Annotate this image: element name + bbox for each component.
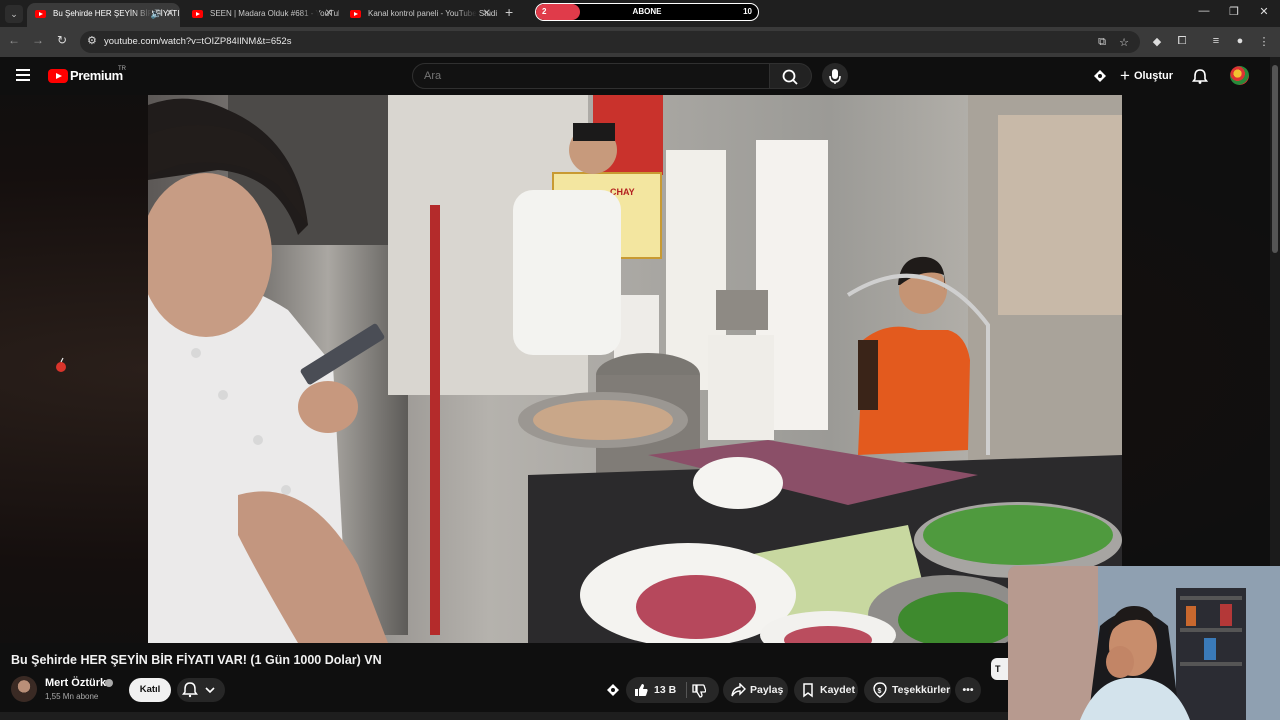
browser-menu-icon[interactable]: ⋮ [1256, 35, 1272, 48]
search-button[interactable] [770, 63, 812, 89]
save-label: Kaydet [820, 684, 856, 696]
bookmark-star-icon[interactable]: ☆ [1116, 36, 1132, 49]
subscriber-goal-bar: 2 ABONE 10 [535, 3, 759, 21]
video-frame-kitchen-scene: CHAY [148, 95, 1122, 643]
microphone-icon [829, 69, 841, 84]
bell-chevron-icon [182, 682, 215, 698]
emoji-reaction-icon[interactable] [605, 682, 621, 698]
minimize-icon[interactable]: — [1195, 5, 1213, 17]
tab-search-button[interactable]: ⌄ [5, 5, 23, 23]
scrollbar-thumb[interactable] [1272, 65, 1278, 253]
verified-badge-icon [105, 679, 113, 687]
more-actions-button[interactable]: ••• [955, 677, 981, 703]
region-code: TR [118, 66, 126, 72]
subscriber-goal-label: ABONE [632, 7, 662, 16]
comments-divider [0, 712, 1008, 720]
like-dislike-group: 13 B [626, 677, 719, 703]
browser-tab-strip: ⌄ Bu Şehirde HER ŞEYİN BİR FİYATI VAR! (… [0, 0, 1280, 27]
youtube-favicon-icon [35, 10, 46, 18]
join-button[interactable]: Katıl [129, 678, 171, 702]
tab-title: SEEN | Madara Olduk #681 - YouTube [210, 9, 339, 18]
extensions-puzzle-icon[interactable]: ⧠ [1174, 35, 1190, 48]
notifications-bell-icon[interactable] [1192, 68, 1208, 84]
share-label: Paylaş [750, 684, 784, 696]
back-icon[interactable]: ← [6, 33, 22, 47]
youtube-logo-icon[interactable] [48, 69, 68, 83]
emoji-chat-icon[interactable] [1092, 68, 1108, 84]
address-toolbar: ← → ↻ ⚙ youtube.com/watch?v=tOIZP84IlNM&… [0, 27, 1280, 57]
save-bookmark-icon [803, 683, 813, 698]
plus-icon: + [1120, 66, 1130, 85]
forward-icon[interactable]: → [30, 33, 46, 47]
url-text[interactable]: youtube.com/watch?v=tOIZP84IlNM&t=652s [104, 31, 291, 53]
webcam-scene [1008, 566, 1280, 720]
reading-list-icon[interactable]: ≡ [1208, 35, 1224, 47]
search-input[interactable] [424, 70, 724, 82]
tab-close-icon[interactable]: ✕ [483, 3, 491, 25]
create-label: Oluştur [1133, 70, 1174, 82]
share-arrow-icon [731, 683, 746, 697]
svg-text:$: $ [878, 688, 882, 695]
subscriber-goal-target: 10 [743, 7, 752, 16]
apple-cursor-icon [56, 357, 66, 372]
tab-close-icon[interactable]: ✕ [166, 3, 174, 25]
site-settings-icon[interactable]: ⚙ [87, 34, 97, 47]
create-button[interactable]: + Oluştur [1120, 64, 1173, 88]
thanks-dollar-icon: $ [873, 682, 887, 698]
youtube-header: Premium TR +Oluştur [0, 57, 1270, 95]
install-app-icon[interactable]: ⧉ [1094, 36, 1110, 49]
restore-icon[interactable]: ❐ [1225, 5, 1243, 18]
tab-studio[interactable]: Kanal kontrol paneli - YouTube Studio ✕ [342, 3, 497, 27]
search-box[interactable] [412, 63, 770, 89]
thumbs-up-icon[interactable] [634, 683, 648, 697]
close-icon[interactable]: ✕ [1255, 5, 1273, 18]
premium-logo-text[interactable]: Premium [70, 68, 123, 83]
menu-hamburger-icon[interactable] [16, 69, 30, 81]
subscriber-count: 1,55 Mn abone [45, 692, 99, 701]
reload-icon[interactable]: ↻ [54, 33, 70, 47]
tab-close-icon[interactable]: ✕ [325, 3, 333, 25]
tab-active-video[interactable]: Bu Şehirde HER ŞEYİN BİR FİYATI VAR! (1 … [27, 3, 180, 27]
like-divider [686, 682, 687, 698]
channel-name[interactable]: Mert Öztürk [45, 677, 106, 689]
filter-chip[interactable]: T [991, 658, 1009, 680]
new-tab-button[interactable]: + [505, 4, 513, 20]
tab-seen-video[interactable]: SEEN | Madara Olduk #681 - YouTube ✕ [184, 3, 339, 27]
youtube-favicon-icon [192, 10, 203, 18]
address-bar[interactable]: ⚙ youtube.com/watch?v=tOIZP84IlNM&t=652s… [80, 31, 1140, 53]
channel-avatar[interactable] [11, 676, 37, 702]
video-title: Bu Şehirde HER ŞEYİN BİR FİYATI VAR! (1 … [11, 653, 382, 667]
like-count[interactable]: 13 B [654, 677, 676, 703]
streamer-webcam [1008, 566, 1280, 720]
thanks-label: Teşekkürler [892, 684, 951, 696]
account-avatar[interactable] [1230, 66, 1249, 85]
voice-search-button[interactable] [822, 63, 848, 89]
thumbs-down-icon[interactable] [692, 684, 706, 698]
share-button[interactable]: Paylaş [723, 677, 788, 703]
youtube-favicon-icon [350, 10, 361, 18]
save-button[interactable]: Kaydet [794, 677, 858, 703]
speaker-icon[interactable]: 🔊 [151, 3, 162, 25]
search-icon [782, 69, 798, 85]
subscription-bell-button[interactable] [177, 678, 225, 702]
tab-title: Kanal kontrol paneli - YouTube Studio [368, 9, 497, 18]
video-player[interactable]: CHAY [148, 95, 1122, 643]
profile-icon[interactable]: ● [1232, 35, 1248, 47]
extension-diamond-icon[interactable]: ◆ [1149, 35, 1165, 48]
thanks-button[interactable]: $ Teşekkürler [864, 677, 951, 703]
more-dots-icon: ••• [962, 684, 974, 696]
